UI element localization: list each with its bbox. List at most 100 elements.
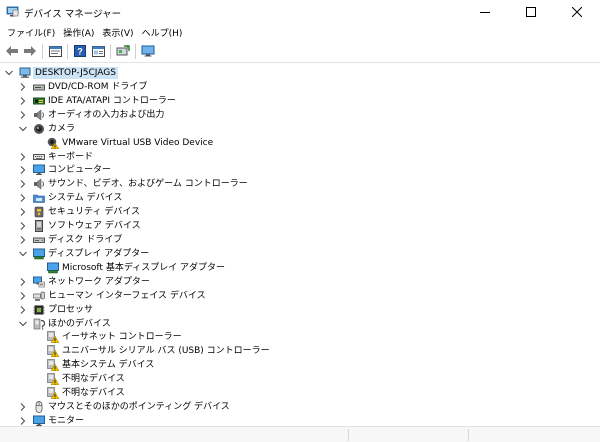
help-button[interactable]: ?: [71, 42, 89, 60]
tree-item-label: DVD/CD-ROM ドライブ: [48, 81, 148, 92]
tree-item[interactable]: マウスとそのほかのポインティング デバイス: [0, 400, 600, 414]
view-button[interactable]: [89, 42, 107, 60]
scan-hardware-button[interactable]: [139, 42, 157, 60]
device-tree[interactable]: DESKTOP-J5CJAGS DVD/CD-ROM ドライブ IDE ATA/AT…: [0, 62, 600, 426]
tree-item-label: カメラ: [48, 123, 76, 134]
other-devices-icon: [33, 318, 46, 330]
tree-item[interactable]: キーボード: [0, 150, 600, 164]
title-bar[interactable]: デバイス マネージャー: [0, 0, 600, 24]
device-manager-icon: [6, 6, 19, 17]
chevron-right-icon[interactable]: [19, 150, 27, 164]
chevron-down-icon[interactable]: [5, 66, 13, 80]
chevron-right-icon[interactable]: [19, 289, 27, 303]
chevron-right-icon[interactable]: [19, 303, 27, 317]
chevron-right-icon[interactable]: [19, 163, 27, 177]
maximize-icon: [526, 7, 536, 17]
menu-file[interactable]: ファイル(F): [6, 26, 62, 39]
monitor-icon: [33, 164, 45, 176]
warning-device-icon: [47, 331, 60, 344]
tree-item-label: ユニバーサル シリアル バス (USB) コントローラー: [62, 346, 270, 357]
chevron-down-icon[interactable]: [19, 247, 27, 261]
tree-item[interactable]: サウンド、ビデオ、およびゲーム コントローラー: [0, 177, 600, 191]
tree-item[interactable]: ディスプレイ アダプター: [0, 247, 600, 261]
tree-item[interactable]: モニター: [0, 414, 600, 426]
tree-item[interactable]: Microsoft 基本ディスプレイ アダプター: [0, 261, 600, 275]
help-icon: ?: [74, 45, 86, 57]
back-button[interactable]: [3, 42, 21, 60]
tree-item[interactable]: カメラ: [0, 122, 600, 136]
close-button[interactable]: [554, 0, 600, 24]
tree-item[interactable]: 不明なデバイス: [0, 386, 600, 400]
tree-item[interactable]: イーサネット コントローラー: [0, 330, 600, 344]
tree-item-label: モニター: [48, 416, 85, 426]
close-icon: [572, 7, 582, 17]
chevron-right-icon[interactable]: [19, 275, 27, 289]
tree-item[interactable]: ソフトウェア デバイス: [0, 219, 600, 233]
properties-button[interactable]: [46, 42, 64, 60]
chevron-right-icon[interactable]: [19, 233, 27, 247]
chevron-right-icon[interactable]: [19, 94, 27, 108]
svg-text:?: ?: [77, 47, 83, 57]
tree-item[interactable]: 不明なデバイス: [0, 372, 600, 386]
warning-device-icon: [47, 359, 60, 372]
chevron-down-icon[interactable]: [19, 317, 27, 331]
tree-item[interactable]: VMware Virtual USB Video Device: [0, 136, 600, 150]
chevron-right-icon[interactable]: [19, 205, 27, 219]
warning-device-icon: [47, 373, 60, 386]
tree-item[interactable]: システム デバイス: [0, 191, 600, 205]
forward-button[interactable]: [21, 42, 39, 60]
tree-item-label: ディスク ドライブ: [48, 235, 123, 246]
menu-view[interactable]: 表示(V): [101, 26, 140, 39]
tree-item[interactable]: オーディオの入力および出力: [0, 108, 600, 122]
tree-item-label: ディスプレイ アダプター: [48, 248, 150, 259]
tree-item[interactable]: ディスク ドライブ: [0, 233, 600, 247]
tree-item[interactable]: プロセッサ: [0, 303, 600, 317]
chevron-down-icon[interactable]: [19, 122, 27, 136]
tree-item-label: システム デバイス: [48, 193, 123, 204]
tree-item[interactable]: ほかのデバイス: [0, 317, 600, 331]
tree-item-label: IDE ATA/ATAPI コントローラー: [48, 95, 176, 106]
chevron-right-icon[interactable]: [19, 219, 27, 233]
warning-device-icon: [47, 345, 60, 358]
tree-item-label: オーディオの入力および出力: [48, 109, 165, 120]
tree-item[interactable]: 基本システム デバイス: [0, 358, 600, 372]
tree-item[interactable]: ネットワーク アダプター: [0, 275, 600, 289]
processor-icon: [33, 304, 45, 316]
properties-sheet-icon: [48, 45, 62, 57]
chevron-right-icon[interactable]: [19, 414, 27, 426]
tree-item[interactable]: DVD/CD-ROM ドライブ: [0, 80, 600, 94]
menu-help[interactable]: ヘルプ(H): [141, 26, 190, 39]
disk-drive-icon: [33, 234, 45, 246]
camera-warning-icon: [47, 137, 60, 149]
chevron-right-icon[interactable]: [19, 400, 27, 414]
tree-item[interactable]: IDE ATA/ATAPI コントローラー: [0, 94, 600, 108]
speaker-icon: [33, 109, 45, 121]
tree-item[interactable]: コンピューター: [0, 163, 600, 177]
menu-action[interactable]: 操作(A): [62, 26, 101, 39]
chevron-right-icon[interactable]: [19, 80, 27, 94]
tree-item-label: VMware Virtual USB Video Device: [62, 137, 214, 148]
minimize-button[interactable]: [462, 0, 508, 24]
network-adapter-icon: [33, 276, 45, 288]
back-icon: [6, 46, 18, 56]
display-adapter-icon: [33, 248, 45, 260]
chevron-right-icon[interactable]: [19, 177, 27, 191]
status-bar: [0, 426, 600, 442]
forward-icon: [24, 46, 36, 56]
tree-item[interactable]: ヒューマン インターフェイス デバイス: [0, 289, 600, 303]
tree-item-label: キーボード: [48, 151, 94, 162]
tree-item[interactable]: セキュリティ デバイス: [0, 205, 600, 219]
tree-item-label: 不明なデバイス: [62, 388, 125, 399]
maximize-button[interactable]: [508, 0, 554, 24]
update-driver-button[interactable]: [114, 42, 132, 60]
dvd-drive-icon: [33, 81, 45, 93]
camera-icon: [33, 123, 45, 135]
tree-item-label: 不明なデバイス: [62, 374, 125, 385]
tree-item-label: セキュリティ デバイス: [48, 207, 141, 218]
chevron-right-icon[interactable]: [19, 108, 27, 122]
tree-item[interactable]: DESKTOP-J5CJAGS: [0, 66, 600, 80]
toolbar-separator: [67, 43, 68, 59]
toolbar-separator: [135, 43, 136, 59]
tree-item[interactable]: ユニバーサル シリアル バス (USB) コントローラー: [0, 344, 600, 358]
chevron-right-icon[interactable]: [19, 191, 27, 205]
